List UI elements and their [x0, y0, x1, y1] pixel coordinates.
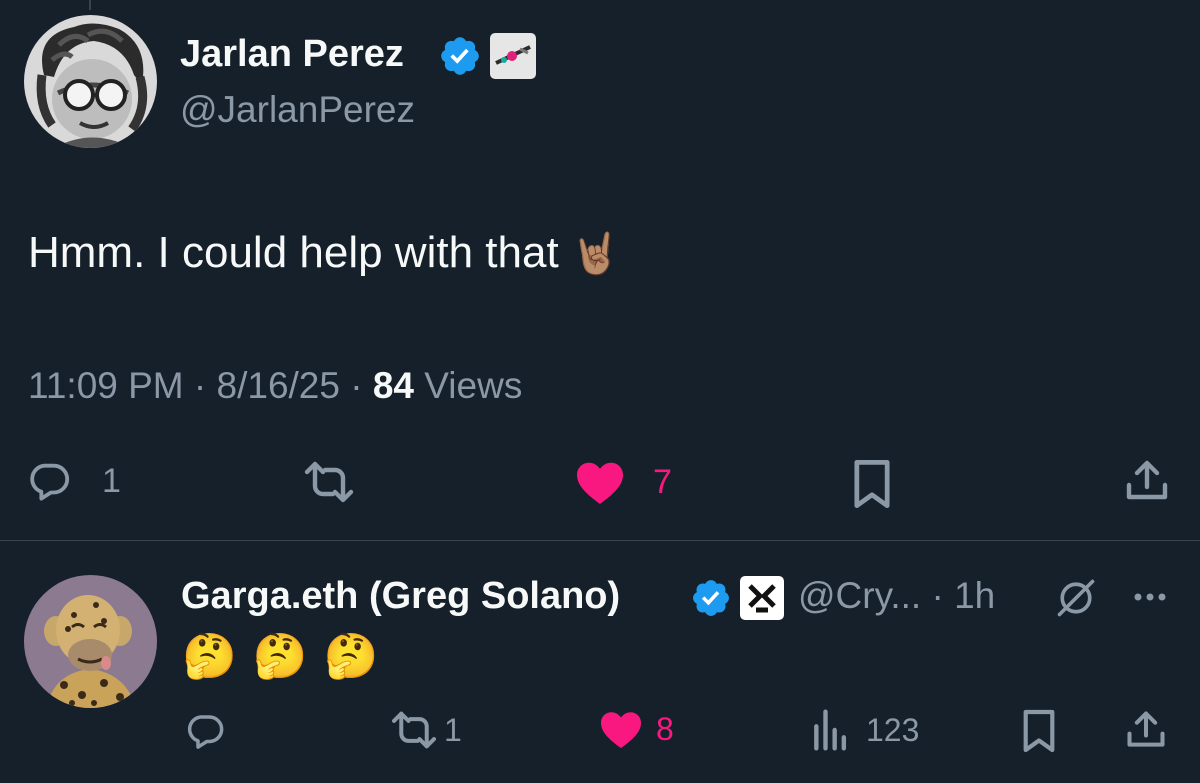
reply-reply-button[interactable]	[184, 710, 226, 752]
reply-like-button[interactable]: 8	[598, 709, 674, 749]
verified-badge-icon[interactable]	[438, 34, 482, 78]
thinking-face-emoji: 🤔	[182, 632, 237, 681]
tweet-text-content: Hmm. I could help with that	[28, 228, 559, 277]
grok-slash-circle-icon[interactable]	[1054, 576, 1098, 620]
thread-connector-line	[89, 0, 91, 10]
meta-separator: ·	[350, 365, 363, 406]
reply-handle[interactable]: @Cry...	[798, 575, 921, 616]
reply-handle-and-age[interactable]: @Cry... · 1h	[798, 575, 995, 617]
views-count: 84	[372, 365, 415, 406]
reply-retweet-count: 1	[444, 711, 462, 748]
avatar-garga-eth[interactable]	[24, 575, 157, 708]
thinking-face-emoji: 🤔	[323, 632, 379, 681]
affiliate-badge-icon[interactable]	[490, 33, 536, 79]
retweet-arrows-icon	[392, 711, 436, 749]
like-count: 7	[653, 462, 672, 501]
tweet-time[interactable]: 11:09 PM	[28, 365, 184, 406]
affiliate-badge-icon[interactable]	[740, 576, 784, 620]
tweet-meta: 11:09 PM · 8/16/25 · 84 Views	[28, 365, 522, 407]
heart-icon	[601, 712, 641, 749]
reply-button[interactable]: 1	[26, 458, 121, 504]
tweet-date[interactable]: 8/16/25	[217, 365, 340, 406]
thinking-face-emoji: 🤔	[252, 632, 308, 681]
reply-text-emojis: 🤔 🤔 🤔	[182, 633, 378, 681]
reply-views-count: 123	[866, 711, 920, 748]
bookmark-button[interactable]	[850, 458, 894, 510]
speech-bubble-icon	[187, 715, 224, 749]
reply-bookmark-button[interactable]	[1020, 708, 1058, 754]
like-button[interactable]: 7	[573, 459, 672, 505]
reply-age[interactable]: 1h	[954, 575, 995, 616]
author-display-name[interactable]: Jarlan Perez	[180, 33, 404, 76]
share-upload-icon	[1127, 711, 1165, 747]
reply-author-display-name[interactable]: Garga.eth (Greg Solano)	[181, 575, 620, 618]
reply-count: 1	[102, 461, 121, 500]
views-label[interactable]: Views	[424, 365, 522, 406]
share-button[interactable]	[1123, 456, 1171, 506]
reply-share-button[interactable]	[1124, 707, 1168, 753]
reply-views-button[interactable]: 123	[810, 708, 919, 752]
reply-like-count: 8	[656, 710, 674, 747]
meta-separator: ·	[193, 365, 207, 406]
author-handle[interactable]: @JarlanPerez	[180, 89, 415, 131]
tweet-divider	[0, 540, 1200, 541]
tweet-text: Hmm. I could help with that 🤘🏽	[28, 228, 621, 278]
bookmark-icon	[1023, 709, 1055, 753]
bookmark-icon	[854, 459, 890, 509]
rock-hand-emoji: 🤘🏽	[570, 232, 621, 276]
speech-bubble-icon	[30, 463, 70, 501]
heart-icon	[577, 462, 623, 504]
reply-retweet-button[interactable]: 1	[390, 710, 462, 750]
verified-badge-icon[interactable]	[690, 577, 732, 619]
more-options-ellipsis-icon[interactable]	[1130, 584, 1170, 610]
avatar-jarlan-perez[interactable]	[24, 15, 157, 148]
bar-chart-icon	[814, 709, 847, 751]
retweet-arrows-icon	[304, 461, 354, 503]
share-upload-icon	[1126, 460, 1168, 500]
meta-separator: ·	[931, 575, 944, 616]
retweet-button[interactable]	[302, 460, 356, 504]
